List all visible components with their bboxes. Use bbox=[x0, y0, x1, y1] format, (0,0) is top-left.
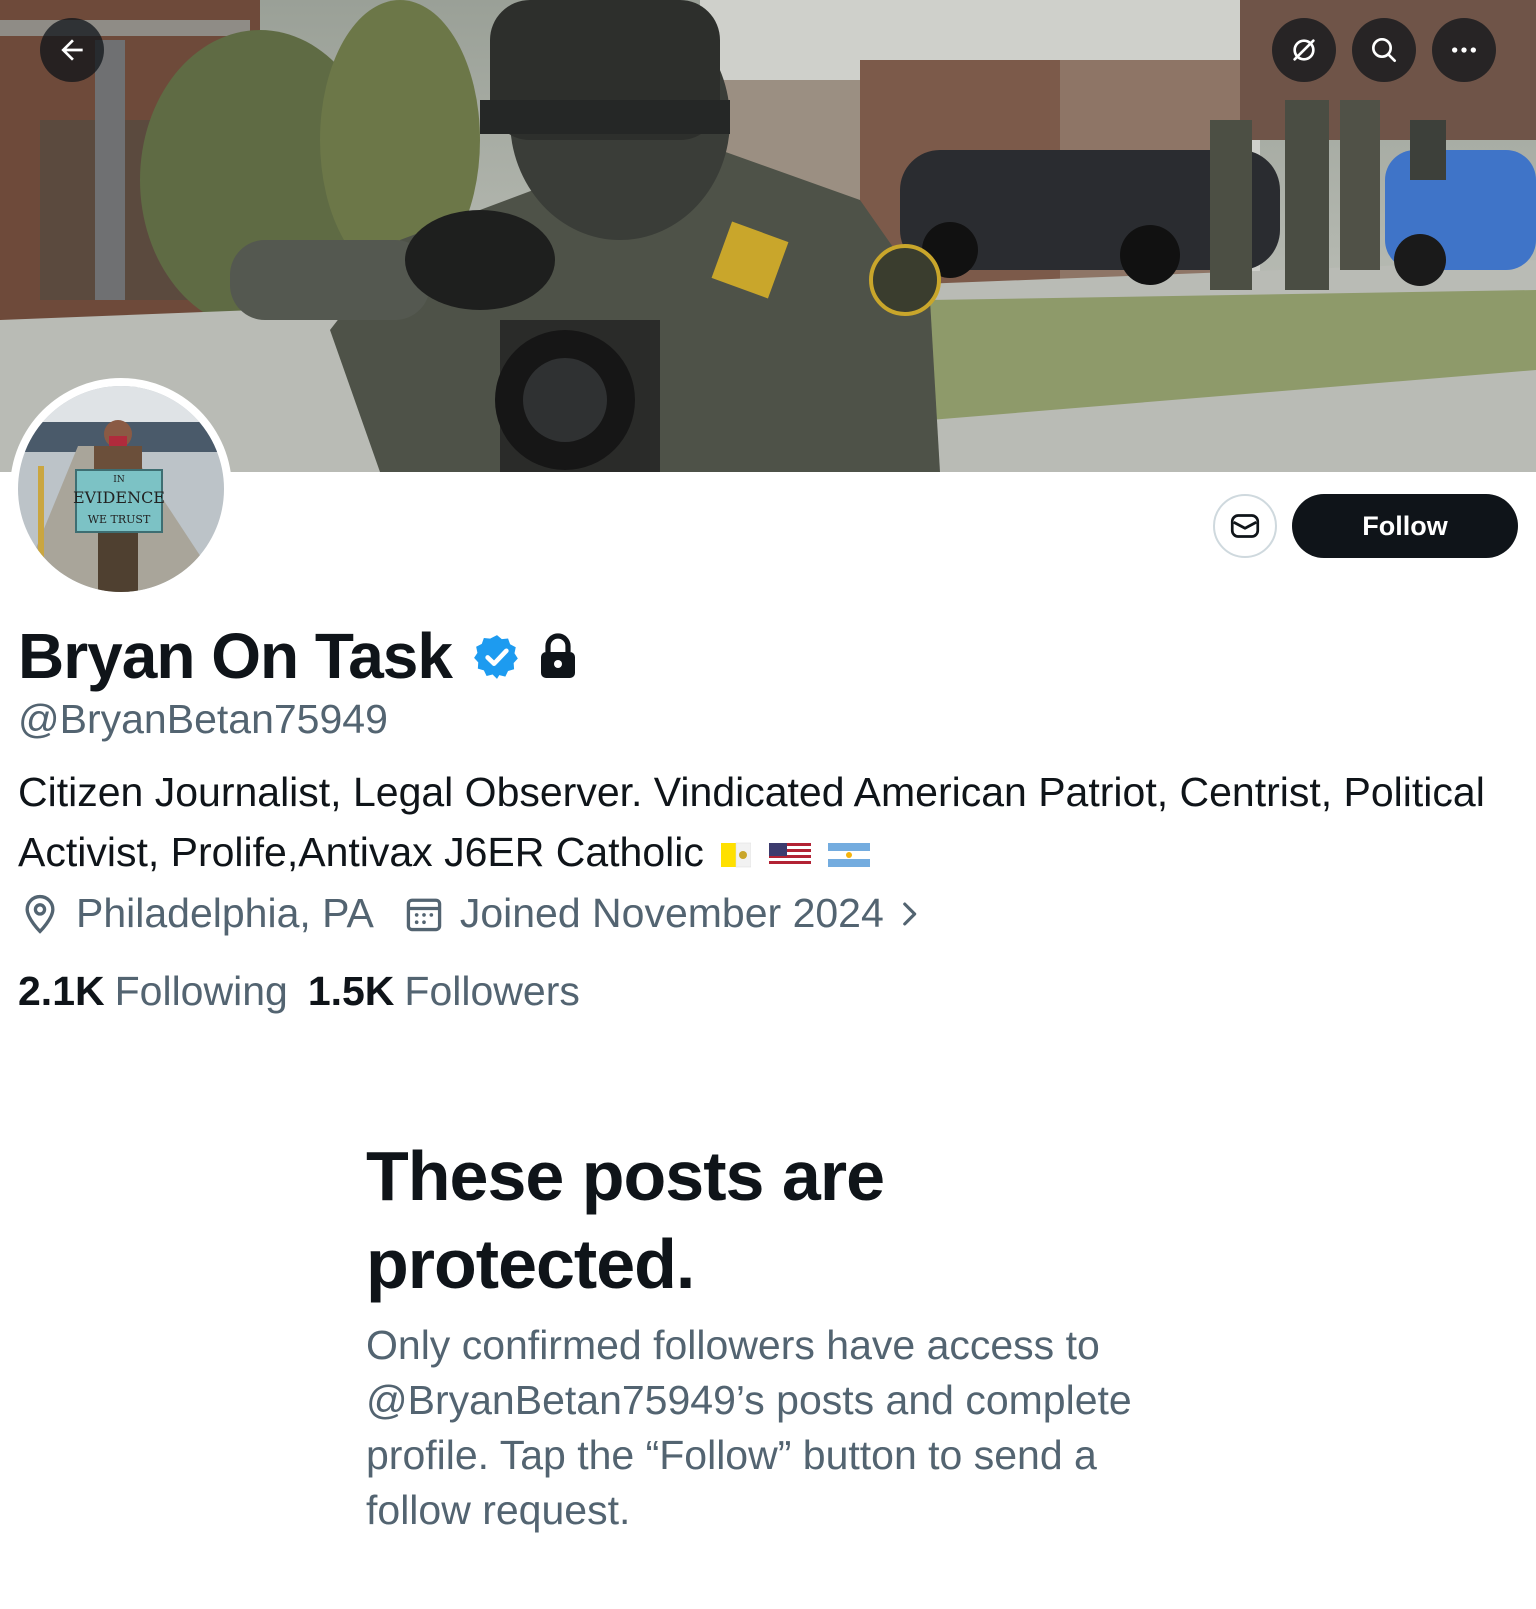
calendar-icon bbox=[406, 898, 442, 931]
handle: @BryanBetan75949 bbox=[18, 696, 388, 742]
us-flag-icon bbox=[768, 843, 811, 868]
followers-stat[interactable]: 1.5K Followers bbox=[308, 966, 580, 1016]
verified-badge-icon[interactable] bbox=[472, 632, 522, 682]
bio-text: Citizen Journalist, Legal Observer. Vind… bbox=[18, 769, 1485, 875]
follow-stats: 2.1K Following 1.5K Followers bbox=[18, 966, 600, 1016]
search-button[interactable] bbox=[1352, 18, 1416, 82]
name-row: Bryan On Task bbox=[18, 618, 580, 694]
profile-meta: Philadelphia, PA Joined November 2024 bbox=[18, 890, 954, 937]
protected-title: These posts are protected. bbox=[366, 1137, 885, 1303]
vatican-flag-icon bbox=[721, 842, 752, 868]
message-button[interactable] bbox=[1213, 494, 1277, 558]
avatar-image: IN EVIDENCE WE TRUST bbox=[18, 386, 224, 592]
search-icon bbox=[1372, 38, 1396, 62]
lock-icon bbox=[540, 633, 575, 678]
svg-text:IN: IN bbox=[113, 475, 125, 485]
svg-text:WE TRUST: WE TRUST bbox=[88, 513, 151, 526]
more-dots-icon bbox=[1452, 47, 1476, 53]
follow-button[interactable]: Follow bbox=[1292, 494, 1518, 558]
bio: Citizen Journalist, Legal Observer. Vind… bbox=[18, 762, 1498, 882]
more-button[interactable] bbox=[1432, 18, 1496, 82]
location-pin-icon bbox=[25, 894, 55, 934]
following-count: 2.1K bbox=[18, 968, 105, 1014]
following-stat[interactable]: 2.1K Following bbox=[18, 966, 288, 1016]
followers-label: Followers bbox=[404, 968, 580, 1014]
protected-body: Only confirmed followers have access to … bbox=[366, 1322, 1132, 1533]
following-label: Following bbox=[114, 968, 288, 1014]
display-name: Bryan On Task bbox=[18, 620, 453, 692]
location-text: Philadelphia, PA bbox=[76, 890, 374, 936]
grok-button[interactable] bbox=[1272, 18, 1336, 82]
argentina-flag-icon bbox=[828, 843, 871, 868]
avatar[interactable]: IN EVIDENCE WE TRUST bbox=[10, 378, 232, 600]
envelope-icon bbox=[1230, 514, 1260, 538]
join-date[interactable]: Joined November 2024 bbox=[402, 890, 926, 937]
location: Philadelphia, PA bbox=[18, 890, 374, 937]
arrow-left-icon bbox=[61, 39, 83, 61]
join-date-text: Joined November 2024 bbox=[459, 890, 884, 936]
followers-count: 1.5K bbox=[307, 968, 395, 1014]
svg-text:EVIDENCE: EVIDENCE bbox=[73, 488, 165, 507]
chevron-right-icon bbox=[902, 902, 917, 925]
grok-icon bbox=[1293, 39, 1315, 61]
back-button[interactable] bbox=[40, 18, 104, 82]
